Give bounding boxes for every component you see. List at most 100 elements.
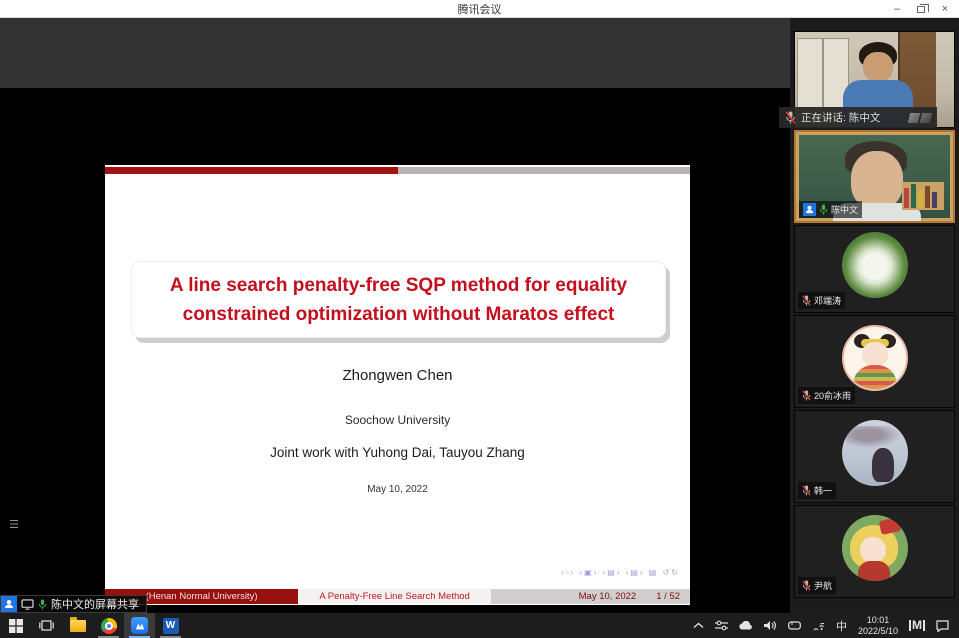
slide-joint-work: Joint work with Yuhong Dai, Tauyou Zhang xyxy=(105,445,690,460)
avatar xyxy=(842,420,908,486)
folder-icon xyxy=(70,620,86,632)
office-cabinet xyxy=(797,38,849,108)
participant-tile-5[interactable]: 韩一 xyxy=(794,410,955,503)
slide-footer-short-title: A Penalty-Free Line Search Method xyxy=(298,589,491,604)
participant-name-tag: 20俞冰雨 xyxy=(798,387,855,404)
screen-share-label-bar: 陈中文的屏幕共享 xyxy=(0,595,147,613)
speaking-indicator-text: 正在讲话: 陈中文 xyxy=(801,110,880,125)
minimize-button[interactable]: – xyxy=(885,0,909,18)
avatar-detail xyxy=(853,365,897,391)
avatar xyxy=(842,325,908,391)
ime-indicator[interactable]: 中 xyxy=(836,618,847,634)
avatar-detail xyxy=(878,517,900,535)
maximize-button[interactable] xyxy=(909,0,933,18)
chrome-button[interactable] xyxy=(93,613,124,638)
maximize-icon xyxy=(917,6,925,13)
slide-title: A line search penalty-free SQP method fo… xyxy=(170,271,627,329)
chrome-icon xyxy=(101,618,117,634)
wave-shape xyxy=(920,113,932,123)
slide-title-box: A line search penalty-free SQP method fo… xyxy=(131,261,666,338)
shared-screen-area: A line search penalty-free SQP method fo… xyxy=(0,18,790,613)
screen-share-label: 陈中文的屏幕共享 xyxy=(51,596,139,612)
participant-name: 陈中文 xyxy=(831,203,858,216)
tray-network-icon[interactable] xyxy=(812,620,825,631)
task-view-icon xyxy=(39,619,54,632)
windows-logo-icon xyxy=(9,619,23,633)
mic-muted-icon xyxy=(802,295,811,306)
participant-name-tag: 韩一 xyxy=(798,482,836,499)
action-center-icon[interactable] xyxy=(936,620,949,632)
tray-speaker-icon[interactable] xyxy=(764,620,777,631)
slide-title-line1: A line search penalty-free SQP method fo… xyxy=(170,271,627,300)
wave-shape xyxy=(908,113,920,123)
tencent-meeting-icon xyxy=(131,617,148,634)
speaking-indicator-banner: 正在讲话: 陈中文 xyxy=(779,107,937,128)
participant-name-tag: 尹航 xyxy=(798,577,836,594)
tray-settings-sliders-icon[interactable] xyxy=(715,620,728,631)
window-controls: – × xyxy=(885,0,957,18)
mic-muted-icon xyxy=(802,390,811,401)
avatar-detail xyxy=(846,426,902,448)
slide-affiliation: Soochow University xyxy=(105,413,690,427)
start-button[interactable] xyxy=(0,613,31,638)
host-badge-icon xyxy=(803,203,816,216)
slide-date: May 10, 2022 xyxy=(105,484,690,495)
volume-wave-icon xyxy=(909,113,931,123)
slide-top-bar-grey xyxy=(398,167,691,174)
participant-tile-3[interactable]: 邓端涛 xyxy=(794,225,955,313)
avatar-detail xyxy=(862,342,888,366)
slide-footer: (Henan Normal University) A Penalty-Free… xyxy=(105,589,690,604)
slide-footer-right: May 10, 2022 1 / 52 xyxy=(491,589,690,604)
tray-cloud-icon[interactable] xyxy=(739,621,753,630)
slide-footer-page: 1 / 52 xyxy=(656,591,680,602)
mic-muted-icon xyxy=(785,111,796,124)
taskbar-date: 2022/5/10 xyxy=(858,626,898,637)
person-face xyxy=(863,52,893,82)
file-explorer-button[interactable] xyxy=(62,613,93,638)
participant-name: 20俞冰雨 xyxy=(814,389,851,402)
mic-on-icon xyxy=(819,204,828,215)
word-icon: W xyxy=(163,618,179,634)
participant-name-tag: 邓端涛 xyxy=(798,292,845,309)
beamer-navigation-icons[interactable]: ‹▫› ‹▣› ‹▤› ‹▤› ▤ ↺↻ xyxy=(561,568,680,577)
close-icon: × xyxy=(942,4,948,15)
slide-top-bar-red xyxy=(105,167,398,174)
taskbar-time: 10:01 xyxy=(867,615,890,626)
slide-top-bar xyxy=(105,167,690,174)
annotation-toolbar-icon[interactable]: ☰ xyxy=(4,516,24,533)
taskbar-clock[interactable]: 10:01 2022/5/10 xyxy=(858,615,898,636)
bookshelf xyxy=(902,182,944,210)
avatar-detail xyxy=(860,537,886,563)
tencent-meeting-button[interactable] xyxy=(124,613,155,638)
minimize-icon: – xyxy=(894,4,900,15)
tray-chevron-up-icon[interactable] xyxy=(693,622,704,629)
app-m-tray-icon[interactable]: M xyxy=(909,620,925,631)
slide-author: Zhongwen Chen xyxy=(105,367,690,384)
system-tray: 中 10:01 2022/5/10 M xyxy=(693,615,959,636)
slide-footer-date: May 10, 2022 xyxy=(579,591,637,602)
mic-muted-icon xyxy=(802,580,811,591)
avatar-detail xyxy=(858,561,890,581)
participant-name: 邓端涛 xyxy=(814,294,841,307)
window-titlebar: 腾讯会议 – × xyxy=(0,0,959,18)
participant-tile-6[interactable]: 尹航 xyxy=(794,505,955,598)
taskbar: W 中 xyxy=(0,613,959,638)
mic-on-icon xyxy=(38,599,47,610)
avatar-detail xyxy=(872,448,894,482)
task-view-button[interactable] xyxy=(31,613,62,638)
participant-tile-4[interactable]: 20俞冰雨 xyxy=(794,315,955,408)
tray-device-icon[interactable] xyxy=(788,621,801,630)
shared-screen-stage: A line search penalty-free SQP method fo… xyxy=(0,88,790,613)
avatar xyxy=(842,232,908,298)
avatar xyxy=(842,515,908,581)
slide-title-line2: constrained optimization without Maratos… xyxy=(170,300,627,329)
close-button[interactable]: × xyxy=(933,0,957,18)
participant-name: 尹航 xyxy=(814,579,832,592)
mic-muted-icon xyxy=(802,485,811,496)
word-button[interactable]: W xyxy=(155,613,186,638)
participant-video-2-active-speaker[interactable]: 陈中文 xyxy=(794,130,955,223)
participant-name-tag: 陈中文 xyxy=(799,201,862,218)
presentation-slide: A line search penalty-free SQP method fo… xyxy=(105,165,690,605)
window-title: 腾讯会议 xyxy=(458,1,502,17)
screen-share-icon xyxy=(21,599,34,610)
